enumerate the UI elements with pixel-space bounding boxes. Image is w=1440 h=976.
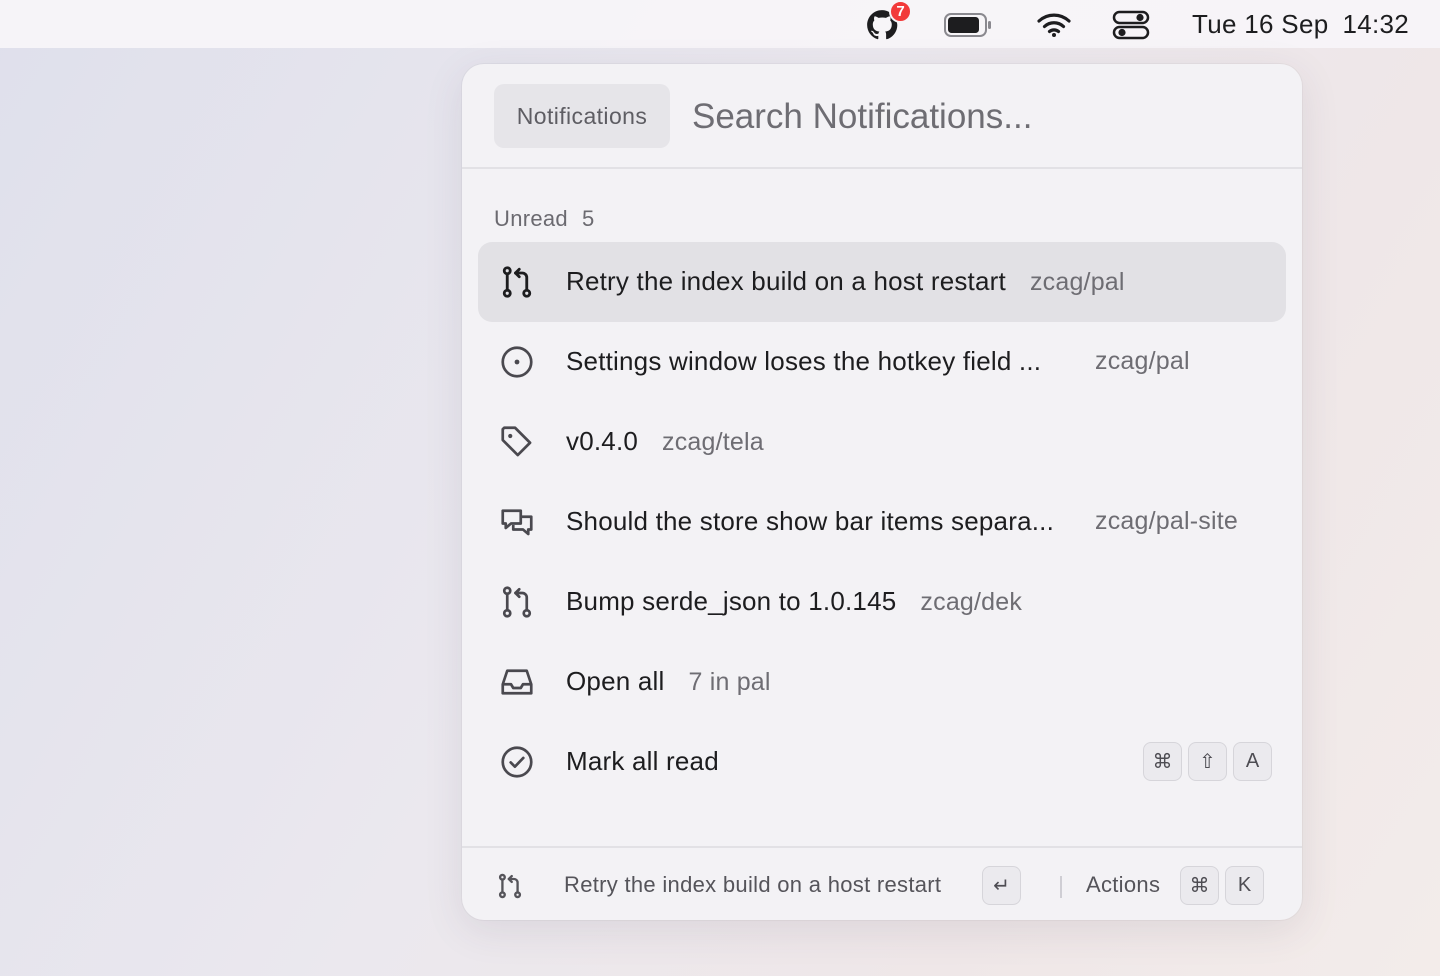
issue-icon — [498, 343, 536, 381]
item-repo: 7 in pal — [688, 668, 771, 696]
notification-list: Retry the index build on a host restart z… — [478, 242, 1286, 802]
actions-shortcut: ⌘ K — [1180, 866, 1264, 905]
search-input[interactable] — [692, 88, 1252, 146]
shift-key: ⇧ — [1188, 742, 1227, 781]
list-item[interactable]: Settings window loses the hotkey field .… — [478, 322, 1286, 402]
section-label: Unread — [494, 206, 568, 231]
a-key: A — [1233, 742, 1272, 781]
clock-date: Tue 16 Sep — [1192, 9, 1329, 39]
section-header: Unread 5 — [494, 206, 595, 232]
clock-time: 14:32 — [1342, 9, 1410, 39]
list-item[interactable]: Should the store show bar items separa..… — [478, 482, 1286, 562]
control-center-icon[interactable] — [1112, 10, 1150, 40]
command-key: ⌘ — [1143, 742, 1182, 781]
item-repo: zcag/tela — [662, 428, 764, 456]
inbox-icon — [498, 663, 536, 701]
item-title: Bump serde_json to 1.0.145 — [566, 586, 897, 616]
section-count: 5 — [581, 206, 595, 231]
actions-button[interactable]: Actions — [1086, 872, 1160, 898]
item-title: Open all — [566, 666, 665, 696]
item-title: Retry the index build on a host restart — [566, 266, 1006, 296]
notifications-panel: Notifications Unread 5 Retry the index bu… — [462, 64, 1302, 920]
menu-bar: 7 Tue 16 Sep 14:32 — [0, 0, 1440, 48]
pull-request-icon — [498, 583, 536, 621]
panel-header: Notifications — [462, 64, 1302, 169]
footer-divider — [1060, 876, 1062, 898]
discussion-icon — [498, 503, 536, 541]
item-repo: zcag/pal — [1029, 268, 1125, 296]
enter-key[interactable]: ↵ — [982, 866, 1021, 905]
battery-icon[interactable] — [944, 13, 992, 37]
item-title: Settings window loses the hotkey field .… — [566, 346, 1042, 376]
notification-count-badge: 7 — [889, 0, 912, 23]
shortcut-keys: ⌘ ⇧ A — [1143, 742, 1272, 781]
footer-selected-title: Retry the index build on a host restart — [564, 872, 942, 897]
list-item[interactable]: Bump serde_json to 1.0.145 zcag/dek — [478, 562, 1286, 642]
scope-chip[interactable]: Notifications — [494, 84, 670, 148]
command-key: ⌘ — [1180, 866, 1219, 905]
item-title: Mark all read — [566, 746, 719, 776]
list-item[interactable]: v0.4.0 zcag/tela — [478, 402, 1286, 482]
menu-bar-clock[interactable]: Tue 16 Sep 14:32 — [1192, 9, 1409, 40]
list-item[interactable]: Mark all read ⌘ ⇧ A — [478, 722, 1286, 802]
tag-icon — [498, 423, 536, 461]
item-repo: zcag/pal — [1095, 347, 1190, 375]
k-key: K — [1225, 866, 1264, 905]
list-item[interactable]: Open all 7 in pal — [478, 642, 1286, 722]
pull-request-icon — [496, 872, 524, 900]
item-repo: zcag/dek — [920, 588, 1023, 616]
panel-footer: Retry the index build on a host restart … — [462, 846, 1302, 920]
list-item[interactable]: Retry the index build on a host restart z… — [478, 242, 1286, 322]
item-repo: zcag/pal-site — [1095, 507, 1238, 535]
item-title: Should the store show bar items separa..… — [566, 506, 1055, 536]
check-circle-icon — [498, 743, 536, 781]
wifi-icon[interactable] — [1037, 12, 1071, 38]
pull-request-icon — [498, 263, 536, 301]
item-title: v0.4.0 — [566, 426, 639, 456]
